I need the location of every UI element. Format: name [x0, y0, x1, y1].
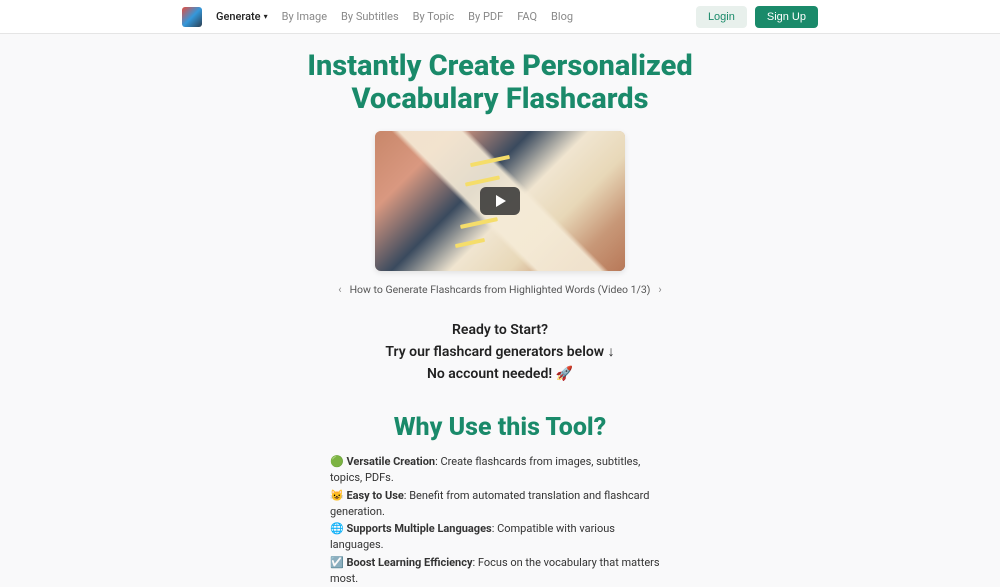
feature-icon: 🟢 — [330, 455, 344, 468]
nav-right: Login Sign Up — [696, 6, 818, 28]
features-list: 🟢 Versatile Creation: Create flashcards … — [330, 454, 670, 587]
feature-icon: 🌐 — [330, 522, 344, 535]
why-title: Why Use this Tool? — [0, 413, 1000, 442]
nav-by-topic[interactable]: By Topic — [413, 10, 455, 23]
nav-generate[interactable]: Generate ▾ — [216, 10, 268, 23]
nav-by-subtitles[interactable]: By Subtitles — [341, 10, 399, 23]
feature-item: ☑️ Boost Learning Efficiency: Focus on t… — [330, 555, 670, 587]
nav-by-pdf[interactable]: By PDF — [468, 10, 503, 23]
carousel-next[interactable]: › — [658, 283, 661, 296]
video-carousel: ‹ How to Generate Flashcards from Highli… — [0, 283, 1000, 296]
cta-line-2: Try our flashcard generators below ↓ — [0, 342, 1000, 363]
nav-by-image[interactable]: By Image — [282, 10, 327, 23]
header: Generate ▾ By Image By Subtitles By Topi… — [0, 0, 1000, 34]
cta-line-1: Ready to Start? — [0, 320, 1000, 341]
feature-bold: Supports Multiple Languages — [346, 522, 491, 535]
logo-icon[interactable] — [182, 7, 202, 27]
feature-icon: 😺 — [330, 489, 344, 502]
carousel-prev[interactable]: ‹ — [338, 283, 341, 296]
video-thumbnail[interactable] — [375, 131, 625, 271]
login-button[interactable]: Login — [696, 6, 747, 28]
nav-generate-label: Generate — [216, 10, 261, 23]
feature-bold: Easy to Use — [346, 489, 403, 502]
cta-block: Ready to Start? Try our flashcard genera… — [0, 320, 1000, 385]
play-button[interactable] — [480, 187, 520, 215]
nav-left: Generate ▾ By Image By Subtitles By Topi… — [182, 7, 573, 27]
hero-title: Instantly Create Personalized Vocabulary… — [250, 50, 750, 117]
feature-item: 🟢 Versatile Creation: Create flashcards … — [330, 454, 670, 486]
main-content: Instantly Create Personalized Vocabulary… — [0, 34, 1000, 587]
chevron-down-icon: ▾ — [264, 12, 268, 21]
cta-line-3: No account needed! 🚀 — [0, 364, 1000, 385]
signup-button[interactable]: Sign Up — [755, 6, 818, 28]
carousel-caption: How to Generate Flashcards from Highligh… — [350, 283, 651, 296]
play-icon — [496, 195, 506, 207]
feature-item: 🌐 Supports Multiple Languages: Compatibl… — [330, 521, 670, 553]
nav-faq[interactable]: FAQ — [517, 10, 537, 23]
feature-bold: Versatile Creation — [346, 455, 435, 468]
nav-blog[interactable]: Blog — [551, 10, 573, 23]
feature-item: 😺 Easy to Use: Benefit from automated tr… — [330, 488, 670, 520]
